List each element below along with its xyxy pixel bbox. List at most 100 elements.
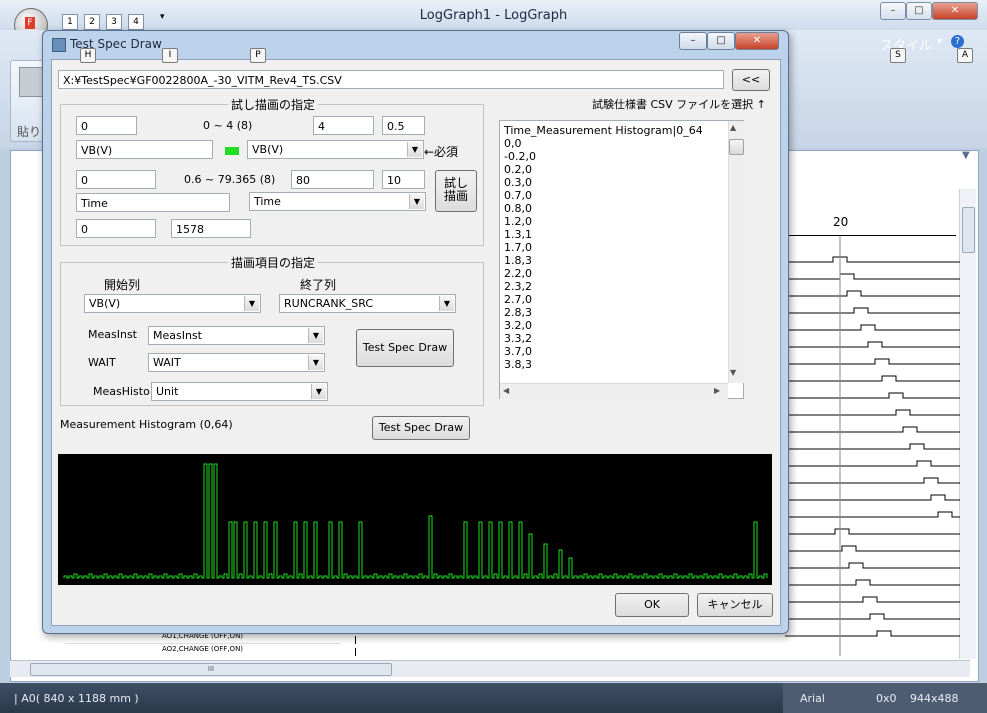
wait-label: WAIT: [88, 356, 116, 369]
trial-draw-group-title: 試し描画の指定: [228, 96, 319, 113]
ok-button[interactable]: OK: [615, 593, 689, 617]
quick-access-4[interactable]: 4: [128, 14, 144, 30]
quick-access-3[interactable]: 3: [106, 14, 122, 30]
x-range-text: 0.6 ~ 79.365 (8): [184, 173, 276, 186]
signal-trace: [785, 511, 960, 518]
csv-list-item[interactable]: 3.2,0: [504, 319, 532, 332]
csv-scroll-thumb[interactable]: [729, 139, 744, 155]
x-step-field[interactable]: 10: [382, 170, 425, 189]
csv-list-item[interactable]: 0.3,0: [504, 176, 532, 189]
csv-list-item[interactable]: 2.3,2: [504, 280, 532, 293]
panel-dropdown-icon[interactable]: ▼: [962, 150, 970, 161]
signal-trace: [785, 613, 960, 620]
horizontal-scrollbar[interactable]: III: [10, 660, 970, 677]
trial-draw-button-line2: 描画: [443, 189, 468, 203]
signal-trace: [785, 596, 960, 603]
signal-trace: [785, 494, 960, 501]
test-spec-draw-button[interactable]: Test Spec Draw: [356, 329, 454, 367]
csv-list-item[interactable]: 3.3,2: [504, 332, 532, 345]
y-step-field[interactable]: 0.5: [382, 116, 425, 135]
csv-list-item[interactable]: Time_Measurement Histogram|0_64: [504, 124, 703, 137]
minimize-button[interactable]: –: [880, 2, 906, 20]
csv-list-item[interactable]: 0.2,0: [504, 163, 532, 176]
csv-list-item[interactable]: 0,0: [504, 137, 522, 150]
trace-ao2-start: [355, 648, 356, 656]
quick-access-1[interactable]: 1: [62, 14, 78, 30]
csv-list-item[interactable]: 1.8,3: [504, 254, 532, 267]
required-label: ←必須: [424, 145, 459, 159]
csv-list-item[interactable]: 3.7,0: [504, 345, 532, 358]
style-dropdown-icon[interactable]: ▾: [937, 36, 942, 47]
meas-inst-select[interactable]: MeasInst ▼: [148, 326, 325, 345]
quick-access-2[interactable]: 2: [84, 14, 100, 30]
csv-list-item[interactable]: 1.3,1: [504, 228, 532, 241]
scroll-right-arrow-icon[interactable]: ▶: [714, 386, 720, 395]
signal-trace: [785, 426, 960, 433]
y-name-field[interactable]: VB(V): [76, 140, 213, 159]
dialog-minimize-button[interactable]: –: [679, 32, 707, 50]
scroll-up-arrow-icon[interactable]: ▲: [730, 123, 736, 132]
csv-list-item[interactable]: 2.2,0: [504, 267, 532, 280]
dialog-close-button[interactable]: ✕: [735, 32, 779, 50]
file-path-field[interactable]: X:¥TestSpec¥GF0022800A_-30_VITM_Rev4_TS.…: [58, 70, 724, 89]
signal-trace: [785, 460, 960, 467]
x-column-select[interactable]: Time ▼: [249, 192, 426, 211]
x-max-field[interactable]: 80: [291, 170, 374, 189]
csv-list-item[interactable]: 0.7,0: [504, 189, 532, 202]
csv-list-item[interactable]: 1.2,0: [504, 215, 532, 228]
scroll-thumb[interactable]: [962, 207, 975, 253]
hscroll-thumb[interactable]: III: [30, 663, 392, 676]
maximize-button[interactable]: □: [906, 2, 932, 20]
y-max-field[interactable]: 4: [313, 116, 374, 135]
scroll-down-arrow-icon[interactable]: ▼: [730, 368, 736, 377]
y-min-field[interactable]: 0: [76, 116, 137, 135]
keytip-h: H: [80, 48, 96, 63]
style-menu[interactable]: スタイル: [880, 35, 932, 54]
scroll-left-arrow-icon[interactable]: ◀: [503, 386, 509, 395]
csv-list-item[interactable]: -0.2,0: [504, 150, 536, 163]
csv-list-item[interactable]: 3.8,3: [504, 358, 532, 371]
meas-histo-select[interactable]: Unit ▼: [151, 382, 328, 401]
x-name-field[interactable]: Time: [76, 193, 230, 212]
row-start-field[interactable]: 0: [76, 219, 156, 238]
end-column-select[interactable]: RUNCRANK_SRC ▼: [279, 294, 456, 313]
histogram-test-spec-draw-button[interactable]: Test Spec Draw: [372, 416, 470, 440]
x-min-field[interactable]: 0: [76, 170, 156, 189]
csv-vertical-scrollbar[interactable]: ▲ ▼: [728, 121, 744, 383]
coords-status: 0x0: [876, 692, 897, 705]
csv-list-item[interactable]: 2.7,0: [504, 293, 532, 306]
trial-draw-button[interactable]: 試し 描画: [435, 170, 477, 212]
help-icon[interactable]: ?: [951, 35, 964, 48]
keytip-a: A: [957, 48, 973, 63]
signal-trace: [785, 375, 960, 382]
meas-inst-value: MeasInst: [153, 329, 202, 342]
wait-select[interactable]: WAIT ▼: [148, 353, 325, 372]
main-titlebar: LogGraph1 - LogGraph – □ ✕: [0, 0, 987, 30]
dialog-app-icon: [52, 38, 66, 52]
start-column-select[interactable]: VB(V) ▼: [84, 294, 261, 313]
cancel-button[interactable]: キャンセル: [697, 593, 773, 617]
csv-horizontal-scrollbar[interactable]: ◀ ▶: [500, 383, 728, 399]
paste-label: 貼り: [17, 125, 42, 139]
csv-list-item[interactable]: 2.8,3: [504, 306, 532, 319]
end-column-label: 終了列: [300, 278, 337, 292]
measurement-histogram-plot: [58, 454, 772, 585]
series-color-indicator[interactable]: [225, 147, 239, 155]
signal-trace: [785, 477, 960, 484]
customize-toolbar-icon[interactable]: ▾: [160, 12, 165, 22]
y-column-select[interactable]: VB(V) ▼: [247, 140, 424, 159]
dialog-maximize-button[interactable]: □: [707, 32, 735, 50]
vertical-scrollbar[interactable]: [959, 189, 976, 659]
y-column-value: VB(V): [252, 143, 284, 156]
csv-listbox[interactable]: Time_Measurement Histogram|0_64 0,0 -0.2,0…: [499, 120, 744, 399]
keytip-i: I: [162, 48, 178, 63]
signal-trace: [785, 562, 960, 569]
meas-inst-label: MeasInst: [88, 328, 137, 341]
csv-list-item[interactable]: 0.8,0: [504, 202, 532, 215]
row-end-field[interactable]: 1578: [171, 219, 251, 238]
collapse-button[interactable]: <<: [732, 69, 770, 91]
close-button[interactable]: ✕: [932, 2, 978, 20]
csv-list-item[interactable]: 1.7,0: [504, 241, 532, 254]
draw-items-group-title: 描画項目の指定: [228, 254, 319, 271]
keytip-s: S: [890, 48, 906, 63]
